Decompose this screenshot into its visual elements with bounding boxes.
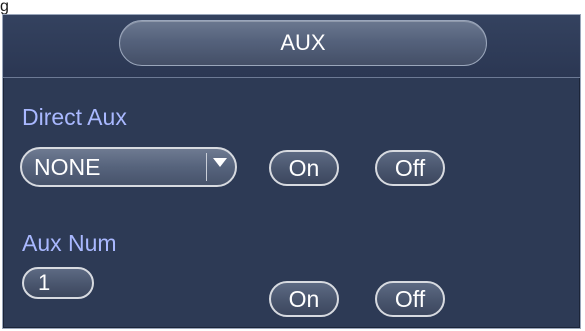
direct-aux-on-button[interactable]: On <box>269 150 339 186</box>
aux-num-input[interactable]: 1 <box>22 267 94 299</box>
direct-aux-select-value: NONE <box>34 154 101 180</box>
aux-num-on-button[interactable]: On <box>269 281 339 317</box>
aux-num-off-button[interactable]: Off <box>375 281 445 317</box>
aux-num-label: Aux Num <box>22 230 117 256</box>
select-divider <box>206 153 207 181</box>
chevron-down-icon[interactable] <box>213 158 227 167</box>
dialog-title: AUX <box>119 20 487 66</box>
direct-aux-label: Direct Aux <box>22 104 127 130</box>
direct-aux-off-button[interactable]: Off <box>375 150 445 186</box>
dialog-header: AUX <box>3 15 580 78</box>
direct-aux-select[interactable]: NONE <box>20 147 237 187</box>
